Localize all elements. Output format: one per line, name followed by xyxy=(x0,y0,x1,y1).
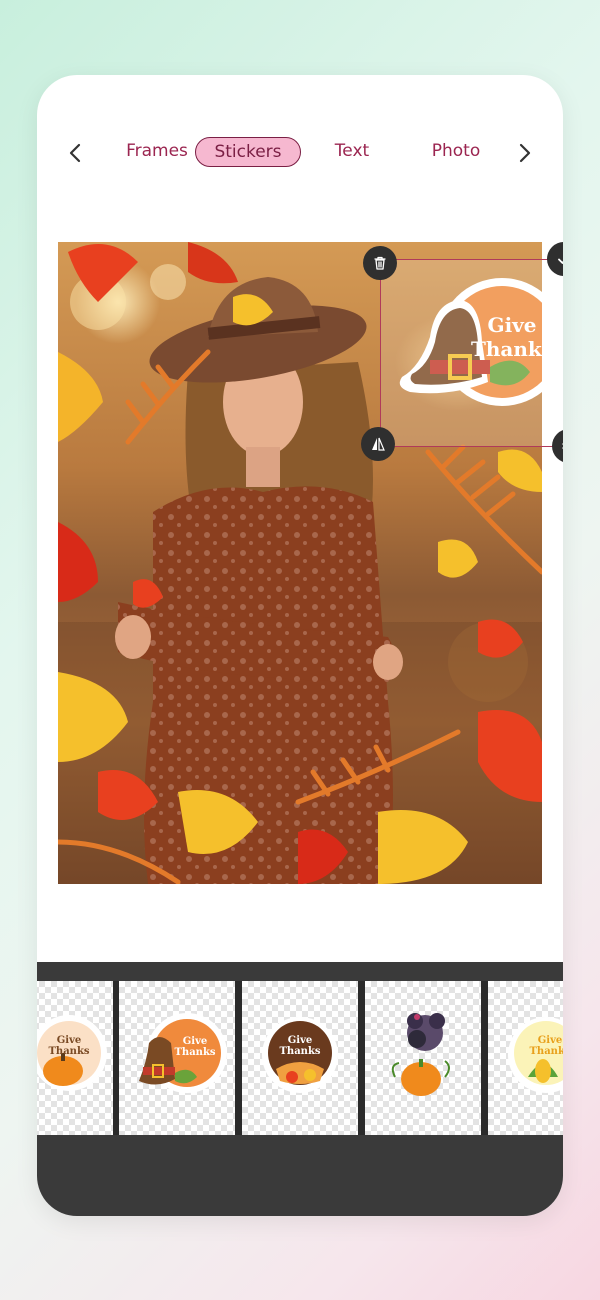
sticker-thumb-pilgrim-hat[interactable]: Give Thanks xyxy=(119,981,235,1135)
sticker-thumb-corn[interactable]: Give Thanks xyxy=(488,981,563,1135)
tab-frames[interactable]: Frames xyxy=(107,137,207,167)
chevron-right-icon[interactable] xyxy=(511,139,539,167)
tab-photo[interactable]: Photo xyxy=(422,137,490,167)
flip-icon[interactable] xyxy=(361,427,395,461)
tab-stickers[interactable]: Stickers xyxy=(195,137,301,167)
sticker-thumb-line2: Thanks xyxy=(279,1046,320,1057)
sticker-thumb-line1: Give xyxy=(57,1035,82,1046)
sticker-thumb-line2: Thanks xyxy=(48,1046,89,1057)
sticker-thumb-line2: Thanks xyxy=(529,1046,563,1057)
sticker-thumb-line2: Thanks xyxy=(174,1047,215,1058)
tool-nav: Frames Stickers Text Photo xyxy=(37,135,563,171)
trash-icon[interactable] xyxy=(363,246,397,280)
tab-text[interactable]: Text xyxy=(322,137,382,167)
sticker-thumb-line1: Give xyxy=(538,1035,563,1046)
sticker-thumb-turkey[interactable] xyxy=(365,981,481,1135)
sticker-thumb-line1: Give xyxy=(183,1036,208,1047)
sticker-selection-box[interactable] xyxy=(380,259,563,447)
phone-frame: Frames Stickers Text Photo Give Thanks G… xyxy=(37,75,563,1216)
sticker-thumb-pumpkin[interactable]: Give Thanks xyxy=(37,981,113,1135)
sticker-tray: Give Thanks Give Thanks Give Thanks Give… xyxy=(37,962,563,1216)
sticker-thumb-pie[interactable]: Give Thanks xyxy=(242,981,358,1135)
sticker-strip[interactable]: Give Thanks Give Thanks Give Thanks Give… xyxy=(37,981,563,1135)
sticker-thumb-line1: Give xyxy=(288,1035,313,1046)
chevron-left-icon[interactable] xyxy=(61,139,89,167)
